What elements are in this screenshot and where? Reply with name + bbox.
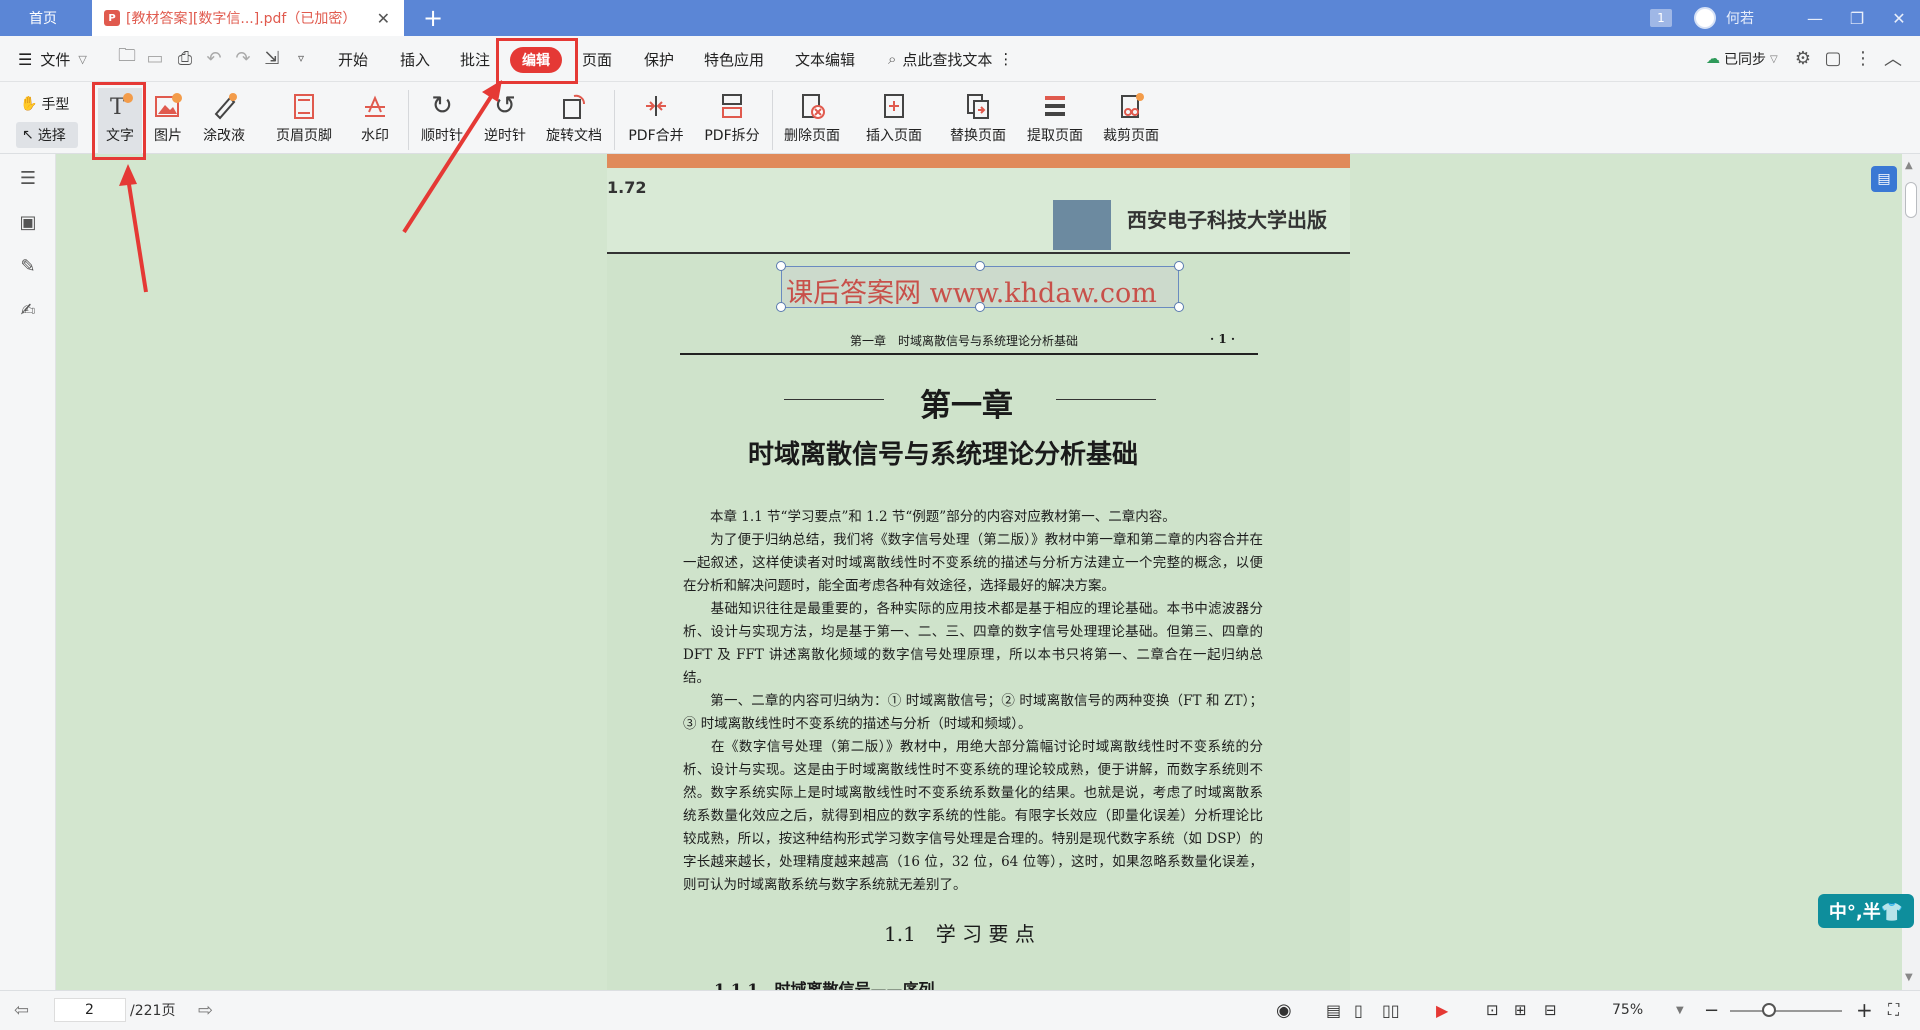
zoom-out-icon[interactable]: − bbox=[1704, 990, 1719, 1030]
actual-size-icon[interactable]: ⊡ bbox=[1486, 990, 1499, 1030]
eye-protection-icon[interactable]: ◉ bbox=[1276, 990, 1292, 1030]
prev-page-icon[interactable]: ⇦ bbox=[14, 990, 29, 1030]
fit-page-icon[interactable]: ⊞ bbox=[1514, 990, 1527, 1030]
annotation-arrows bbox=[119, 80, 502, 293]
zoom-level[interactable]: 75% bbox=[1612, 990, 1643, 1030]
fullscreen-icon[interactable]: ⛶ bbox=[1888, 990, 1899, 1030]
play-icon[interactable]: ▶ bbox=[1436, 990, 1448, 1030]
page-number-input[interactable]: 2 bbox=[54, 998, 126, 1022]
arrowhead bbox=[119, 164, 137, 186]
arrow-to-text-tool bbox=[126, 177, 148, 293]
zoom-slider-track[interactable] bbox=[1730, 1010, 1842, 1012]
zoom-dropdown-icon[interactable]: ▼ bbox=[1676, 990, 1684, 1030]
single-page-view-icon[interactable]: ▤ bbox=[1326, 990, 1341, 1030]
two-page-view-icon[interactable]: ▯▯ bbox=[1382, 990, 1400, 1030]
continuous-view-icon[interactable]: ▯ bbox=[1354, 990, 1363, 1030]
total-pages: /221页 bbox=[130, 1003, 176, 1019]
next-page-icon[interactable]: ⇨ bbox=[198, 990, 213, 1030]
zoom-in-icon[interactable]: + bbox=[1856, 990, 1873, 1030]
fit-width-icon[interactable]: ⊟ bbox=[1544, 990, 1557, 1030]
zoom-slider-thumb[interactable] bbox=[1762, 1003, 1776, 1017]
arrow-to-edit-menu bbox=[402, 90, 496, 234]
